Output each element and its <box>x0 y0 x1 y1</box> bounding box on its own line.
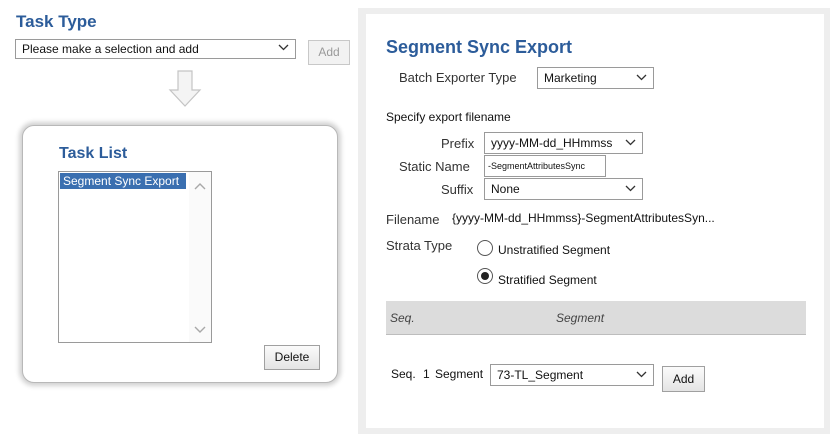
strata-type-label: Strata Type <box>386 238 453 253</box>
chevron-down-icon <box>278 44 289 51</box>
segment-label: Segment <box>435 367 484 381</box>
chevron-down-icon <box>636 371 647 378</box>
suffix-label: Suffix <box>441 182 474 197</box>
unstratified-label: Unstratified Segment <box>498 243 611 257</box>
listbox-scrollbar[interactable] <box>189 172 211 342</box>
seq-column-header: Seq. <box>390 311 415 325</box>
scroll-down-icon[interactable] <box>194 326 206 334</box>
segment-table-header: Seq. Segment <box>386 301 806 335</box>
delete-button[interactable]: Delete <box>264 345 320 370</box>
filename-label: Filename <box>386 212 440 227</box>
task-type-title: Task Type <box>16 12 97 31</box>
seq-label: Seq. <box>391 367 416 381</box>
batch-exporter-value: Marketing <box>544 71 597 85</box>
right-panel: Segment Sync Export Batch Exporter Type … <box>358 8 830 434</box>
prefix-value: yyyy-MM-dd_HHmmss <box>491 136 613 150</box>
seq-value: 1 <box>423 367 430 381</box>
stratified-label: Stratified Segment <box>498 273 597 287</box>
static-name-label: Static Name <box>399 159 470 174</box>
export-title: Segment Sync Export <box>386 37 573 57</box>
segment-value: 73-TL_Segment <box>497 368 584 382</box>
stratified-radio[interactable] <box>477 268 493 284</box>
batch-exporter-label: Batch Exporter Type <box>399 70 517 85</box>
segment-select[interactable]: 73-TL_Segment <box>490 364 654 386</box>
task-type-select-value: Please make a selection and add <box>22 42 199 56</box>
chevron-down-icon <box>636 74 647 81</box>
chevron-down-icon <box>625 139 636 146</box>
prefix-label: Prefix <box>441 136 475 151</box>
task-type-select[interactable]: Please make a selection and add <box>15 39 296 59</box>
left-panel: Task Type Please make a selection and ad… <box>8 0 358 443</box>
static-name-input[interactable]: -SegmentAttributesSync <box>484 155 606 177</box>
suffix-value: None <box>491 182 520 196</box>
batch-exporter-select[interactable]: Marketing <box>537 67 654 89</box>
segment-add-button[interactable]: Add <box>662 366 705 392</box>
suffix-select[interactable]: None <box>484 178 643 200</box>
prefix-select[interactable]: yyyy-MM-dd_HHmmss <box>484 132 643 154</box>
task-list-title: Task List <box>59 145 128 162</box>
arrow-down-icon <box>168 70 202 107</box>
list-item[interactable]: Segment Sync Export <box>60 173 186 189</box>
scroll-up-icon[interactable] <box>194 182 206 190</box>
segment-sync-export-form: Segment Sync Export Batch Exporter Type … <box>366 14 824 428</box>
task-listbox[interactable]: Segment Sync Export <box>58 171 212 343</box>
specify-filename-label: Specify export filename <box>386 110 511 124</box>
radio-selected-dot <box>481 272 489 280</box>
segment-column-header: Segment <box>556 311 605 325</box>
chevron-down-icon <box>625 185 636 192</box>
task-list-box: Task List Segment Sync Export Delete <box>22 125 338 383</box>
filename-value: {yyyy-MM-dd_HHmmss}-SegmentAttributesSyn… <box>452 211 715 225</box>
unstratified-radio[interactable] <box>477 240 493 256</box>
task-type-add-button[interactable]: Add <box>308 40 350 65</box>
